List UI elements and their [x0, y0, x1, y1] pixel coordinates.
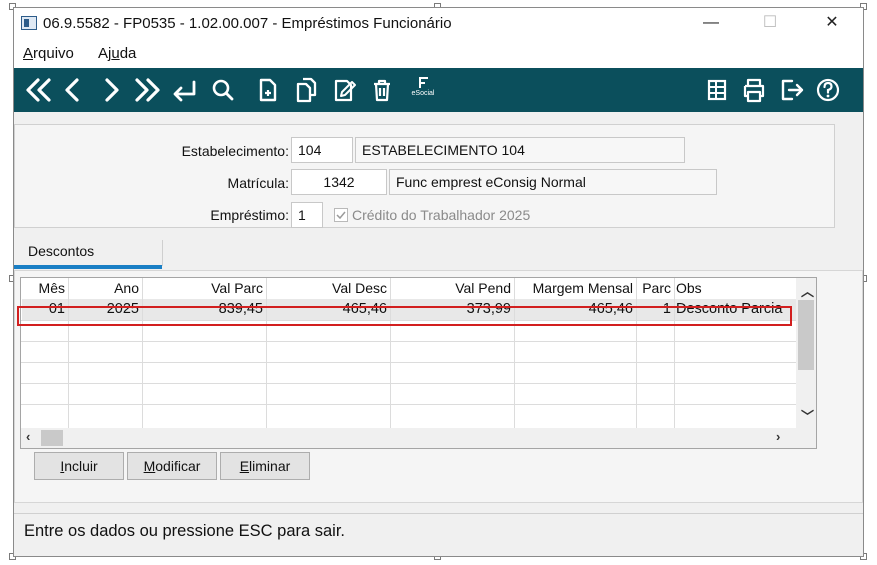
grid-col-line — [674, 278, 675, 428]
check-icon — [336, 211, 346, 220]
esocial-icon[interactable]: eSocial — [406, 74, 440, 106]
layout-icon[interactable] — [704, 74, 730, 106]
incluir-button[interactable]: Incluir — [34, 452, 124, 480]
menu-ajuda[interactable]: Ajuda — [98, 45, 136, 62]
modificar-button[interactable]: Modificar — [127, 452, 217, 480]
previous-record-icon[interactable] — [62, 74, 84, 106]
menu-ajuda-label: da — [119, 45, 137, 62]
credito-label: Crédito do Trabalhador 2025 — [352, 207, 531, 223]
first-record-icon[interactable] — [24, 74, 54, 106]
menu-arquivo-label: rquivo — [33, 45, 74, 62]
app-icon — [21, 16, 37, 30]
menu-arquivo-mnemonic: A — [23, 45, 34, 62]
scroll-right-icon[interactable]: › — [776, 429, 780, 444]
edit-record-icon[interactable] — [332, 74, 358, 106]
vertical-scrollbar[interactable]: ︿ ﹀ — [796, 278, 816, 428]
title-bar[interactable]: 06.9.5582 - FP0535 - 1.02.00.007 - Empré… — [14, 8, 863, 40]
minimize-button[interactable]: — — [688, 8, 734, 40]
next-record-icon[interactable] — [100, 74, 122, 106]
estabelecimento-label: Estabelecimento: — [181, 143, 289, 159]
estabelecimento-code-field[interactable]: 104 — [291, 137, 353, 163]
credito-checkbox[interactable] — [334, 208, 348, 222]
status-bar: Entre os dados ou pressione ESC para sai… — [14, 513, 863, 549]
column-header-obs[interactable]: Obs — [676, 278, 776, 298]
help-icon[interactable] — [814, 74, 842, 106]
horizontal-scroll-thumb[interactable] — [41, 430, 63, 446]
matricula-code-field[interactable]: 1342 — [291, 169, 387, 195]
scroll-left-icon[interactable]: ‹ — [26, 429, 30, 444]
incluir-label: ncluir — [64, 458, 98, 474]
row-highlight-box — [17, 306, 792, 326]
matricula-name-field: Func emprest eConsig Normal — [389, 169, 717, 195]
tab-descontos-label: Descontos — [28, 243, 95, 259]
menu-arquivo[interactable]: Arquivo — [23, 45, 74, 62]
window-title: 06.9.5582 - FP0535 - 1.02.00.007 - Empré… — [43, 15, 452, 32]
maximize-button[interactable]: ☐ — [747, 8, 793, 40]
column-header-ano[interactable]: Ano — [69, 278, 139, 298]
matricula-label: Matrícula: — [227, 175, 289, 191]
estabelecimento-name-field: ESTABELECIMENTO 104 — [355, 137, 685, 163]
column-header-val-parc[interactable]: Val Parc — [143, 278, 263, 298]
grid-row-line — [21, 404, 797, 405]
menu-ajuda-mnemonic: u — [111, 45, 120, 62]
tab-separator — [162, 240, 163, 266]
modificar-mnemonic: M — [143, 458, 156, 474]
eliminar-button[interactable]: Eliminar — [220, 452, 310, 480]
column-header-val-pend[interactable]: Val Pend — [391, 278, 511, 298]
exit-icon[interactable] — [778, 74, 806, 106]
new-record-icon[interactable] — [256, 74, 280, 106]
scroll-up-icon[interactable]: ︿ — [801, 281, 814, 300]
tab-descontos[interactable]: Descontos — [14, 236, 162, 266]
column-header-margem-mensal[interactable]: Margem Mensal — [515, 278, 633, 298]
esocial-label: eSocial — [411, 90, 435, 97]
close-button[interactable]: ✕ — [809, 8, 855, 40]
delete-icon[interactable] — [370, 74, 394, 106]
search-icon[interactable] — [210, 74, 236, 106]
vertical-scroll-thumb[interactable] — [798, 300, 814, 370]
grid-row-line — [21, 362, 797, 363]
active-tab-indicator — [14, 265, 162, 269]
menu-bar: Arquivo Ajuda — [14, 40, 863, 68]
header-form-panel: Estabelecimento: 104 ESTABELECIMENTO 104… — [14, 124, 835, 228]
status-text: Entre os dados ou pressione ESC para sai… — [24, 522, 346, 540]
last-record-icon[interactable] — [132, 74, 162, 106]
return-icon[interactable] — [170, 74, 200, 106]
copy-record-icon[interactable] — [294, 74, 320, 106]
toolbar: eSocial — [14, 68, 863, 112]
emprestimo-label: Empréstimo: — [210, 207, 289, 223]
column-header-mes[interactable]: Mês — [21, 278, 65, 298]
descontos-grid[interactable]: Mês Ano Val Parc Val Desc Val Pend Marge… — [20, 277, 817, 449]
scroll-down-icon[interactable]: ﹀ — [801, 406, 814, 425]
column-header-val-desc[interactable]: Val Desc — [267, 278, 387, 298]
grid-row-line — [21, 341, 797, 342]
modificar-label: odificar — [155, 458, 201, 474]
tab-strip: Descontos — [14, 236, 835, 270]
emprestimo-field[interactable]: 1 — [291, 202, 323, 228]
eliminar-mnemonic: E — [239, 458, 250, 474]
column-header-parc[interactable]: Parc — [637, 278, 671, 298]
horizontal-scrollbar[interactable]: ‹ › — [21, 428, 816, 448]
grid-row-line — [21, 383, 797, 384]
print-icon[interactable] — [740, 74, 768, 106]
menu-ajuda-pre: Aj — [98, 45, 112, 62]
eliminar-label: liminar — [249, 458, 291, 474]
